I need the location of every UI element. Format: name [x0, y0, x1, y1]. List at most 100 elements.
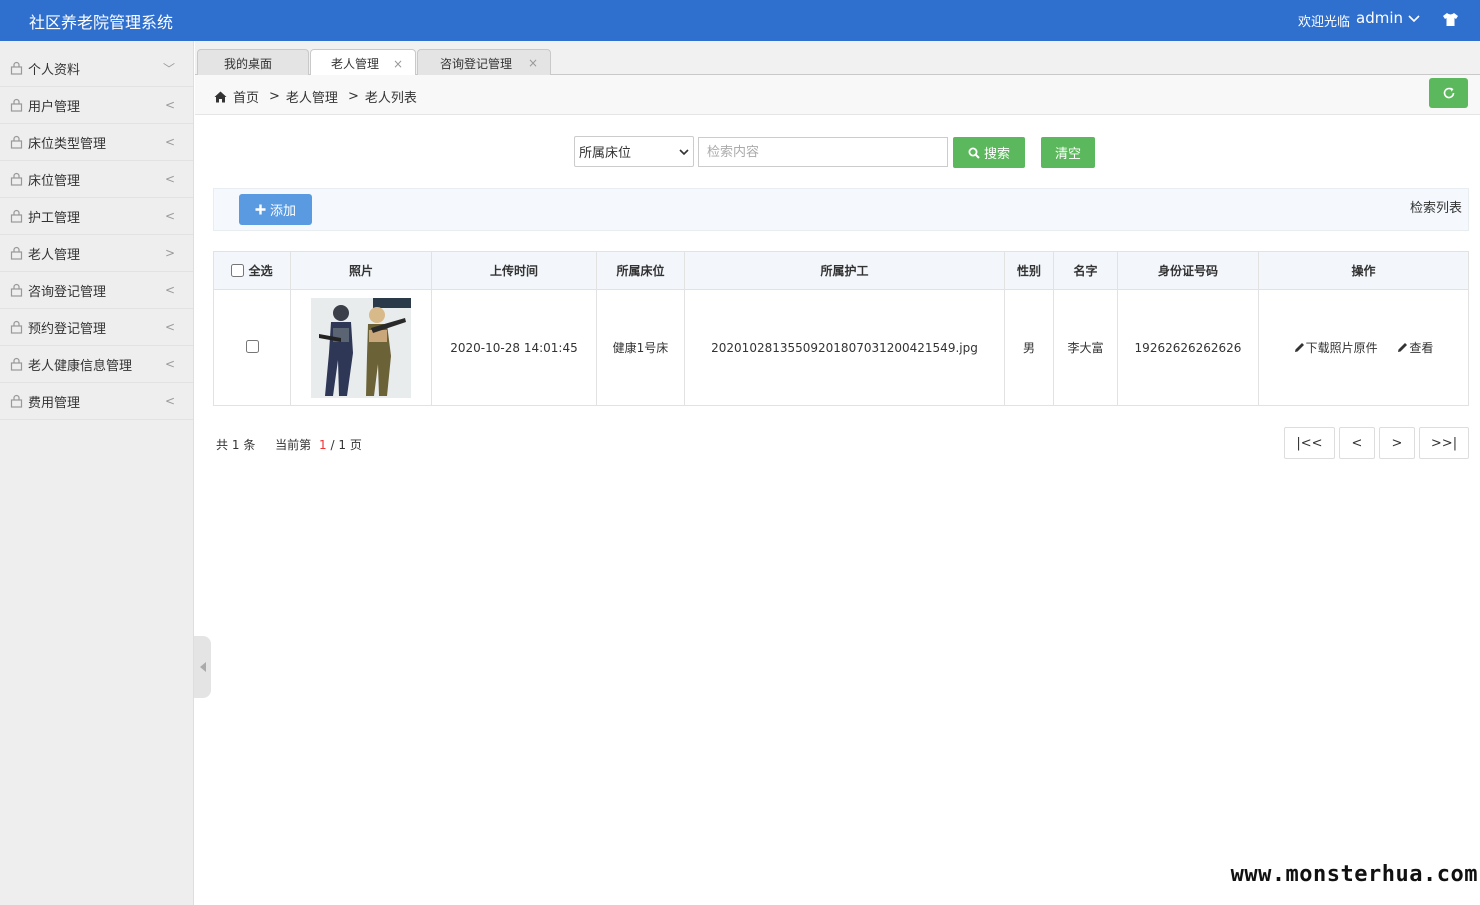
- sidebar-item-label: 费用管理: [28, 395, 81, 411]
- header-actions: 操作: [1258, 251, 1469, 290]
- refresh-icon: [1443, 87, 1454, 99]
- top-header: 社区养老院管理系统 欢迎光临 admin: [0, 0, 1480, 41]
- breadcrumb-bar: 首页 > 老人管理 > 老人列表: [195, 75, 1480, 115]
- welcome-text: 欢迎光临: [1297, 15, 1350, 30]
- add-button-label: 添加: [269, 204, 296, 219]
- refresh-button[interactable]: [1429, 78, 1468, 108]
- elderly-table: 全选 照片 上传时间 所属床位 所属护工 性别 名字 身份证号码 操作 2020…: [213, 251, 1469, 406]
- sidebar-item-label: 老人健康信息管理: [28, 358, 133, 374]
- breadcrumb-level1[interactable]: 老人管理: [286, 87, 338, 106]
- row-actions: 下载照片原件 查看: [1258, 289, 1469, 406]
- lock-icon: [10, 246, 23, 260]
- sidebar-item-label: 床位管理: [28, 173, 81, 189]
- breadcrumb-separator: >: [269, 89, 280, 104]
- sidebar-collapse-handle[interactable]: [194, 636, 211, 698]
- row-select-cell: [213, 289, 291, 406]
- row-bed: 健康1号床: [596, 289, 685, 406]
- sidebar-item-appointments[interactable]: 预约登记管理 <: [0, 309, 193, 346]
- clear-button[interactable]: 清空: [1041, 137, 1095, 168]
- user-menu[interactable]: admin: [1356, 9, 1420, 27]
- next-page-button[interactable]: >: [1379, 427, 1415, 459]
- pencil-icon: [1294, 343, 1304, 352]
- sidebar-item-label: 个人资料: [28, 62, 81, 78]
- sidebar-item-beds[interactable]: 床位管理 <: [0, 161, 193, 198]
- current-prefix: 当前第: [275, 438, 312, 452]
- add-button[interactable]: 添加: [239, 194, 312, 225]
- elderly-photo: [311, 297, 411, 398]
- total-suffix: 条: [243, 438, 256, 452]
- row-nurse: 20201028135509201807031200421549.jpg: [684, 289, 1005, 406]
- lock-icon: [10, 209, 23, 223]
- chevron-down-icon: ﹀: [162, 61, 175, 76]
- lock-icon: [10, 61, 23, 75]
- app-title: 社区养老院管理系统: [29, 13, 174, 32]
- view-label: 查看: [1409, 341, 1434, 355]
- watermark: www.monsterhua.com: [1230, 862, 1478, 887]
- search-field-select[interactable]: 所属床位: [574, 136, 694, 167]
- chevron-left-icon: <: [164, 394, 175, 408]
- sidebar-item-bed-types[interactable]: 床位类型管理 <: [0, 124, 193, 161]
- lock-icon: [10, 135, 23, 149]
- chevron-left-icon: <: [164, 135, 175, 149]
- last-page-button[interactable]: >>|: [1419, 427, 1469, 459]
- row-checkbox[interactable]: [245, 339, 259, 353]
- first-page-button[interactable]: |<<: [1284, 427, 1335, 459]
- lock-icon: [10, 394, 23, 408]
- total-pages: 1: [338, 438, 346, 452]
- list-toolbar: 添加 检索列表: [213, 188, 1469, 231]
- row-upload-time: 2020-10-28 14:01:45: [431, 289, 597, 406]
- tab-label: 我的桌面: [224, 56, 273, 71]
- tab-consultation[interactable]: 咨询登记管理 ×: [417, 49, 551, 76]
- sidebar-item-label: 床位类型管理: [28, 136, 107, 152]
- tshirt-icon[interactable]: [1442, 12, 1459, 27]
- chevron-left-icon: <: [164, 320, 175, 334]
- pagination-info: 共 1 条 当前第 1 / 1 页: [216, 436, 362, 453]
- tab-label: 咨询登记管理: [440, 56, 513, 71]
- table-header-row: 全选 照片 上传时间 所属床位 所属护工 性别 名字 身份证号码 操作: [213, 251, 1469, 290]
- lock-icon: [10, 172, 23, 186]
- breadcrumb: 首页 > 老人管理 > 老人列表: [214, 87, 417, 106]
- total-prefix: 共: [216, 438, 229, 452]
- page-divider: /: [330, 438, 335, 452]
- sidebar-item-label: 护工管理: [28, 210, 81, 226]
- search-button[interactable]: 搜索: [953, 137, 1025, 168]
- sidebar: 个人资料 ﹀ 用户管理 < 床位类型管理 < 床位管理 < 护工管理 < 老人管…: [0, 41, 194, 905]
- tabs-bar: 我的桌面 老人管理 × 咨询登记管理 ×: [195, 41, 1480, 77]
- view-link[interactable]: 查看: [1397, 339, 1433, 356]
- sidebar-item-profile[interactable]: 个人资料 ﹀: [0, 41, 193, 87]
- header-label: 全选: [248, 264, 273, 278]
- chevron-left-icon: <: [164, 283, 175, 297]
- total-count: 1: [231, 438, 240, 452]
- row-photo-cell: [290, 289, 432, 406]
- prev-page-button[interactable]: <: [1339, 427, 1375, 459]
- sidebar-item-consultation[interactable]: 咨询登记管理 <: [0, 272, 193, 309]
- chevron-down-icon: [679, 148, 689, 155]
- download-photo-link[interactable]: 下载照片原件: [1294, 339, 1378, 356]
- pages-suffix: 页: [349, 438, 362, 452]
- close-icon[interactable]: ×: [393, 57, 403, 71]
- plus-icon: [255, 204, 266, 215]
- sidebar-item-elderly[interactable]: 老人管理 >: [0, 235, 193, 272]
- sidebar-item-nurses[interactable]: 护工管理 <: [0, 198, 193, 235]
- sidebar-item-fees[interactable]: 费用管理 <: [0, 383, 193, 420]
- tab-elderly[interactable]: 老人管理 ×: [310, 49, 416, 77]
- chevron-left-icon: <: [164, 357, 175, 371]
- header-select-all[interactable]: 全选: [213, 251, 291, 290]
- select-all-checkbox[interactable]: [231, 264, 245, 277]
- lock-icon: [10, 357, 23, 371]
- search-input[interactable]: [698, 137, 948, 167]
- tab-desktop[interactable]: 我的桌面: [197, 49, 309, 76]
- row-name: 李大富: [1053, 289, 1118, 406]
- header-photo: 照片: [290, 251, 432, 290]
- breadcrumb-separator: >: [347, 89, 359, 104]
- home-icon: [214, 91, 227, 102]
- search-button-label: 搜索: [983, 147, 1010, 162]
- close-icon[interactable]: ×: [528, 56, 538, 70]
- sidebar-item-users[interactable]: 用户管理 <: [0, 87, 193, 124]
- row-id-number: 19262626262626: [1117, 289, 1259, 406]
- pencil-icon: [1398, 343, 1408, 352]
- breadcrumb-home[interactable]: 首页: [233, 87, 259, 106]
- sidebar-item-label: 预约登记管理: [28, 321, 107, 337]
- search-icon: [968, 147, 980, 159]
- sidebar-item-health[interactable]: 老人健康信息管理 <: [0, 346, 193, 383]
